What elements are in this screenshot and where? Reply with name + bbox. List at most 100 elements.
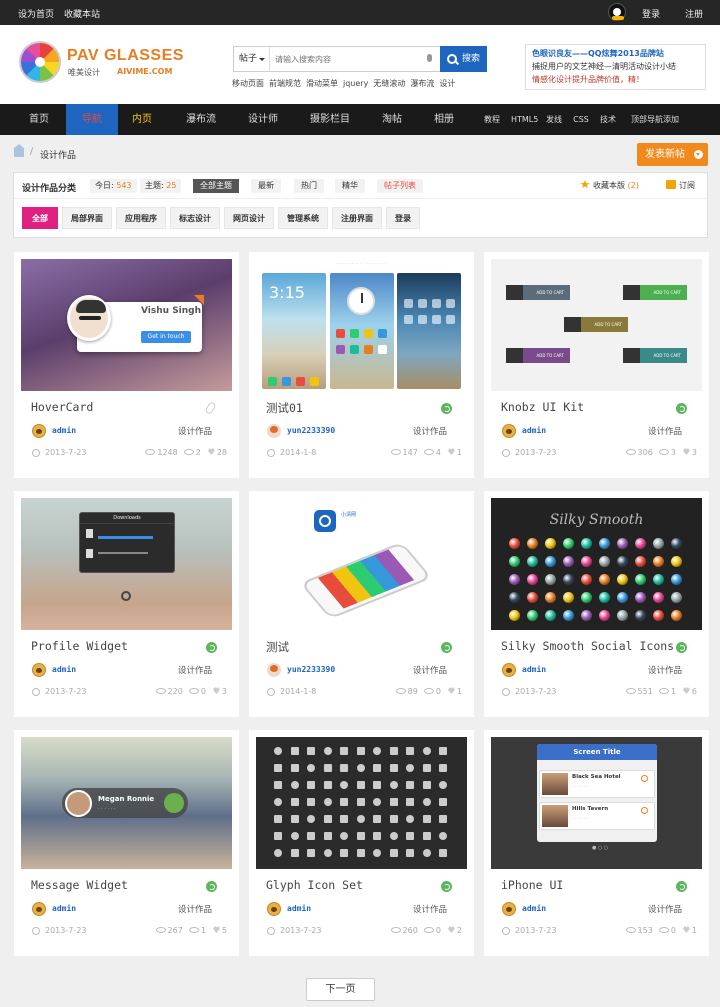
post-card[interactable]: Megan Ronnie · · · · · · Message Widget … <box>14 730 239 956</box>
post-title[interactable]: Knobz UI Kit <box>501 400 584 414</box>
author-avatar[interactable] <box>32 663 46 677</box>
post-title[interactable]: Message Widget <box>31 878 128 892</box>
post-category[interactable]: 设计作品 <box>178 664 212 676</box>
nav-item-html5[interactable]: HTML5 <box>511 104 538 135</box>
hot-word-link[interactable]: 设计 <box>439 79 455 88</box>
nav-item-css[interactable]: CSS <box>572 104 590 135</box>
category-partial-ui[interactable]: 局部界面 <box>62 207 112 229</box>
post-card[interactable]: Vishu Singh Get in touch HoverCard admin… <box>14 252 239 478</box>
search-button[interactable]: 搜索 <box>440 46 487 72</box>
author-link[interactable]: admin <box>522 904 546 913</box>
set-home-link[interactable]: 设为首页 <box>18 10 54 20</box>
nav-item-home[interactable]: 首页 <box>18 104 60 135</box>
author-avatar[interactable] <box>32 902 46 916</box>
author-link[interactable]: admin <box>522 665 546 674</box>
post-thumbnail[interactable]: Screen Title Black Sea Hotel · · · · · · … <box>491 737 702 869</box>
tab-all-topics[interactable]: 全部主题 <box>193 179 239 193</box>
nav-item-designer[interactable]: 设计师 <box>240 104 286 135</box>
category-logo[interactable]: 标志设计 <box>170 207 220 229</box>
post-category[interactable]: 设计作品 <box>178 903 212 915</box>
post-thumbnail[interactable]: 小清网 <box>256 498 467 630</box>
next-page-button[interactable]: 下一页 <box>306 978 375 1001</box>
post-title[interactable]: 测试01 <box>266 400 303 416</box>
post-title[interactable]: Silky Smooth Social Icons <box>501 639 674 653</box>
post-category[interactable]: 设计作品 <box>413 664 447 676</box>
post-title[interactable]: Glyph Icon Set <box>266 878 363 892</box>
nav-item-guide[interactable]: 导航 <box>66 104 118 135</box>
logo-icon[interactable] <box>19 41 61 83</box>
post-thumbnail[interactable]: Megan Ronnie · · · · · · <box>21 737 232 869</box>
post-card[interactable]: 小清网 测试 yun2233390 设计作品 2014-1-8 89 0 1 <box>249 491 474 717</box>
promo-link-1[interactable]: 色眼识良友——QQ炫舞2013品牌站 <box>532 47 705 60</box>
author-avatar[interactable] <box>267 663 281 677</box>
post-category[interactable]: 设计作品 <box>648 664 682 676</box>
post-title[interactable]: iPhone UI <box>501 878 563 892</box>
author-link[interactable]: admin <box>52 426 76 435</box>
nav-item-faxian[interactable]: 发线 <box>543 104 565 135</box>
hot-word-link[interactable]: 移动页面 <box>232 79 264 88</box>
author-link[interactable]: admin <box>287 904 311 913</box>
post-category[interactable]: 设计作品 <box>413 903 447 915</box>
author-avatar[interactable] <box>502 663 516 677</box>
login-link[interactable]: 登录 <box>642 7 660 20</box>
post-category[interactable]: 设计作品 <box>648 425 682 437</box>
author-avatar[interactable] <box>267 424 281 438</box>
nav-item-waterfall[interactable]: 瀑布流 <box>178 104 224 135</box>
post-category[interactable]: 设计作品 <box>648 903 682 915</box>
author-avatar[interactable] <box>267 902 281 916</box>
post-card[interactable]: Silky Smooth Silky Smooth Social Icons a… <box>484 491 709 717</box>
post-card[interactable]: Screen Title Black Sea Hotel · · · · · · … <box>484 730 709 956</box>
author-avatar[interactable] <box>502 902 516 916</box>
tab-latest[interactable]: 最新 <box>251 179 281 193</box>
post-thumbnail[interactable]: ADD TO CART ADD TO CART ADD TO CART ADD … <box>491 259 702 391</box>
promo-link-3[interactable]: 情感化设计提升品牌价值，精！ <box>532 73 705 86</box>
author-link[interactable]: admin <box>52 665 76 674</box>
post-card[interactable]: · · · · · · · · · · · · · · · · · · · · … <box>249 252 474 478</box>
post-title[interactable]: 测试 <box>266 639 289 655</box>
register-link[interactable]: 注册 <box>685 7 703 20</box>
post-category[interactable]: 设计作品 <box>178 425 212 437</box>
post-card[interactable]: Downloads Profile Widget admin 设计作品 2013… <box>14 491 239 717</box>
category-register[interactable]: 注册界面 <box>332 207 382 229</box>
hot-word-link[interactable]: 滑动菜单 <box>306 79 338 88</box>
nav-item-taotie[interactable]: 淘帖 <box>374 104 410 135</box>
qq-login-icon[interactable] <box>608 3 626 21</box>
author-link[interactable]: admin <box>52 904 76 913</box>
brand-name[interactable]: PAV GLASSES <box>67 47 184 65</box>
tab-digest[interactable]: 精华 <box>335 179 365 193</box>
nav-item-inner[interactable]: 内页 <box>120 104 164 135</box>
hot-word-link[interactable]: 无缝滚动 <box>373 79 405 88</box>
hot-word-link[interactable]: 瀑布流 <box>410 79 434 88</box>
post-title[interactable]: Profile Widget <box>31 639 128 653</box>
rss-subscribe[interactable]: 订阅 <box>666 180 695 191</box>
tab-post-list[interactable]: 帖子列表 <box>377 179 423 193</box>
post-title[interactable]: HoverCard <box>31 400 93 414</box>
nav-item-album[interactable]: 相册 <box>426 104 462 135</box>
author-link[interactable]: admin <box>522 426 546 435</box>
nav-item-tutorial[interactable]: 教程 <box>480 104 504 135</box>
tab-hot[interactable]: 热门 <box>294 179 324 193</box>
post-thumbnail[interactable]: Silky Smooth <box>491 498 702 630</box>
category-all[interactable]: 全部 <box>22 207 58 229</box>
bookmark-link[interactable]: 收藏本站 <box>64 10 100 20</box>
author-link[interactable]: yun2233390 <box>287 426 335 435</box>
promo-link-2[interactable]: 捕捉用户的文艺神经—清明活动设计小结 <box>532 60 705 73</box>
category-web[interactable]: 网页设计 <box>224 207 274 229</box>
nav-item-photography[interactable]: 摄影栏目 <box>302 104 358 135</box>
search-input[interactable] <box>271 47 441 71</box>
category-login[interactable]: 登录 <box>386 207 420 229</box>
new-post-button[interactable]: 发表新帖 <box>637 143 708 166</box>
post-card[interactable]: ADD TO CART ADD TO CART ADD TO CART ADD … <box>484 252 709 478</box>
microphone-icon[interactable] <box>427 54 432 62</box>
post-thumbnail[interactable]: Vishu Singh Get in touch <box>21 259 232 391</box>
home-icon[interactable] <box>13 144 25 157</box>
favorite-forum[interactable]: 收藏本版 (2) <box>580 180 639 191</box>
post-card[interactable]: Glyph Icon Set admin 设计作品 2013-7-23 260 0… <box>249 730 474 956</box>
search-type-select[interactable]: 帖子 <box>234 47 270 71</box>
category-admin[interactable]: 管理系统 <box>278 207 328 229</box>
post-category[interactable]: 设计作品 <box>413 425 447 437</box>
hot-word-link[interactable]: 前端规范 <box>269 79 301 88</box>
nav-item-tech[interactable]: 技术 <box>597 104 619 135</box>
category-apps[interactable]: 应用程序 <box>116 207 166 229</box>
post-thumbnail[interactable]: Downloads <box>21 498 232 630</box>
